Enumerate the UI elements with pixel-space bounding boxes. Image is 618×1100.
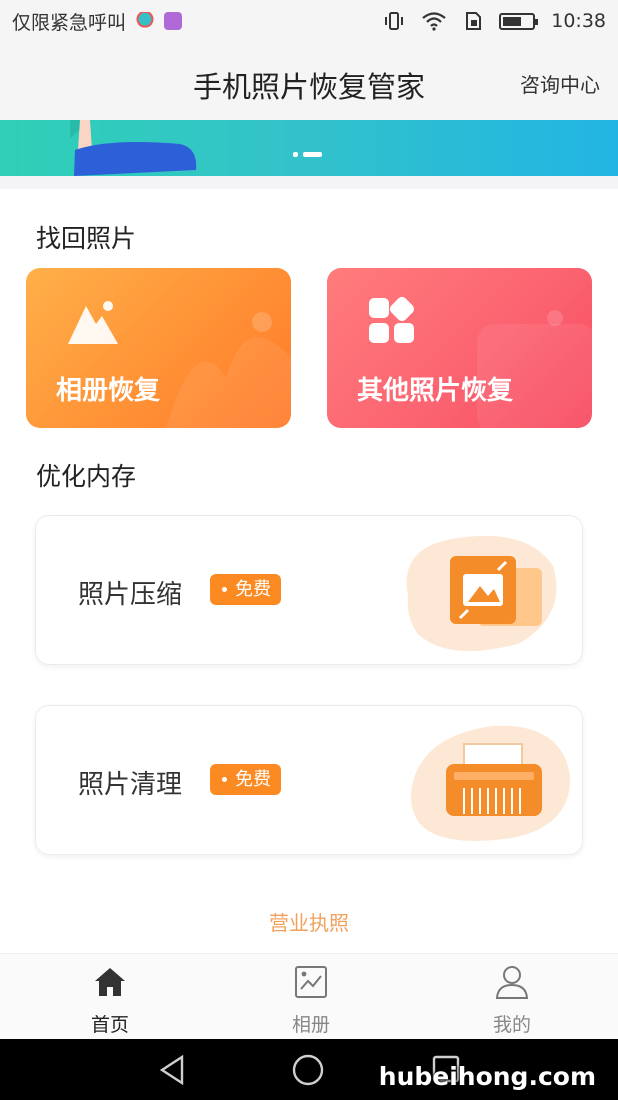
bottom-tab-bar: 首页 相册 我的: [0, 953, 618, 1039]
vibrate-icon: [385, 12, 404, 30]
business-license-link[interactable]: 营业执照: [0, 907, 618, 936]
tab-album[interactable]: 相册: [251, 954, 371, 1040]
other-recovery-label: 其他照片恢复: [357, 376, 514, 406]
notification-app-icon-2: [164, 12, 183, 30]
photo-compress-card[interactable]: 照片压缩 免费: [35, 515, 583, 665]
photo-clean-card[interactable]: 照片清理 免费: [35, 705, 583, 855]
banner-illustration: [70, 120, 197, 176]
free-badge: 免费: [210, 764, 281, 795]
album-recovery-label: 相册恢复: [56, 376, 161, 406]
help-center-link[interactable]: 咨询中心: [520, 69, 600, 98]
watermark-text: hubeihong.com: [378, 1062, 596, 1091]
promo-banner[interactable]: [0, 120, 618, 176]
home-circle-icon[interactable]: [292, 1054, 324, 1086]
shredder-icon: [411, 725, 571, 841]
tab-home[interactable]: 首页: [50, 954, 170, 1040]
banner-pager: [293, 152, 322, 157]
clock: 10:38: [551, 10, 606, 32]
home-icon: [95, 968, 125, 996]
album-icon: [295, 966, 327, 998]
tab-mine[interactable]: 我的: [452, 954, 572, 1040]
grid-icon: [369, 296, 415, 343]
carrier-text: 仅限紧急呼叫: [12, 11, 127, 34]
user-icon: [495, 966, 529, 999]
section-title-optimize: 优化内存: [36, 462, 137, 491]
other-recovery-card[interactable]: 其他照片恢复: [327, 268, 592, 428]
compress-photo-icon: [406, 535, 557, 652]
battery-icon: [499, 12, 539, 30]
photo-clean-label: 照片清理: [78, 770, 183, 800]
tab-label: 首页: [90, 1014, 129, 1036]
tab-label: 我的: [492, 1014, 531, 1036]
free-badge: 免费: [210, 574, 281, 605]
mountain-icon: [68, 301, 118, 344]
tab-label: 相册: [291, 1014, 330, 1036]
photo-compress-label: 照片压缩: [78, 580, 183, 610]
wifi-icon: [422, 12, 446, 31]
status-bar: 仅限紧急呼叫 10:38: [0, 0, 618, 42]
main-content: 找回照片 相册恢复 其他照片恢复 优化内存 照片压缩 免费 照片清理 免费 营业…: [0, 189, 618, 953]
sim-icon: [466, 12, 482, 30]
album-recovery-card[interactable]: 相册恢复: [26, 268, 291, 428]
app-header: 手机照片恢复管家 咨询中心: [0, 42, 618, 120]
section-title-recover: 找回照片: [36, 224, 137, 253]
back-icon[interactable]: [158, 1055, 186, 1085]
notification-app-icon: [136, 12, 155, 30]
